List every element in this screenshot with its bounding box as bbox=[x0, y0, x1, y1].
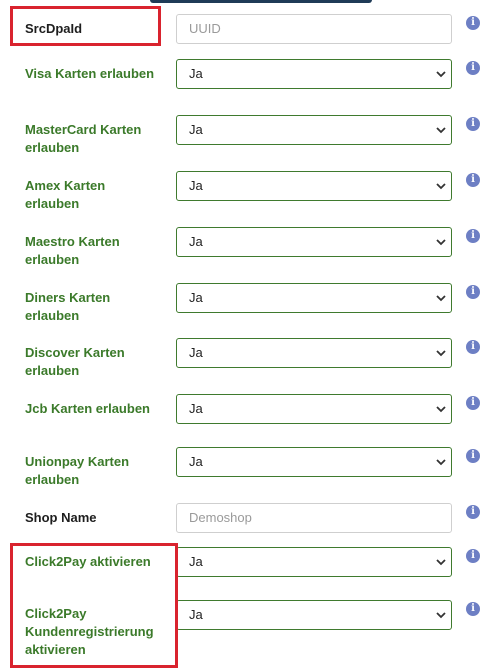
chevron-down-icon bbox=[436, 183, 446, 190]
select-value: Ja bbox=[189, 401, 203, 416]
info-icon[interactable]: i bbox=[466, 449, 480, 463]
highlight-box-click2pay bbox=[10, 543, 178, 668]
info-icon[interactable]: i bbox=[466, 285, 480, 299]
chevron-down-icon bbox=[436, 71, 446, 78]
chevron-down-icon bbox=[436, 612, 446, 619]
unionpay-select[interactable]: Ja bbox=[176, 447, 452, 477]
chevron-down-icon bbox=[436, 295, 446, 302]
amex-select[interactable]: Ja bbox=[176, 171, 452, 201]
discover-select[interactable]: Ja bbox=[176, 338, 452, 368]
diners-select[interactable]: Ja bbox=[176, 283, 452, 313]
info-icon[interactable]: i bbox=[466, 602, 480, 616]
info-icon[interactable]: i bbox=[466, 173, 480, 187]
chevron-down-icon bbox=[436, 406, 446, 413]
info-icon[interactable]: i bbox=[466, 61, 480, 75]
field-label: Maestro Karten erlauben bbox=[25, 234, 120, 267]
mastercard-select[interactable]: Ja bbox=[176, 115, 452, 145]
select-value: Ja bbox=[189, 234, 203, 249]
select-value: Ja bbox=[189, 122, 203, 137]
select-value: Ja bbox=[189, 345, 203, 360]
select-value: Ja bbox=[189, 290, 203, 305]
maestro-select[interactable]: Ja bbox=[176, 227, 452, 257]
visa-select[interactable]: Ja bbox=[176, 59, 452, 89]
select-value: Ja bbox=[189, 454, 203, 469]
field-label: Diners Karten erlauben bbox=[25, 290, 111, 323]
select-value: Ja bbox=[189, 66, 203, 81]
select-value: Ja bbox=[189, 554, 203, 569]
select-value: Ja bbox=[189, 178, 203, 193]
info-icon[interactable]: i bbox=[466, 396, 480, 410]
srcdpaid-input[interactable]: UUID bbox=[176, 14, 452, 44]
info-icon[interactable]: i bbox=[466, 229, 480, 243]
field-label: Amex Karten erlauben bbox=[25, 178, 106, 211]
click2pay-registration-select[interactable]: Ja bbox=[176, 600, 452, 630]
jcb-select[interactable]: Ja bbox=[176, 394, 452, 424]
field-label: Jcb Karten erlauben bbox=[25, 401, 150, 416]
info-icon[interactable]: i bbox=[466, 16, 480, 30]
chevron-down-icon bbox=[436, 239, 446, 246]
top-tab-edge bbox=[150, 0, 372, 3]
info-icon[interactable]: i bbox=[466, 505, 480, 519]
chevron-down-icon bbox=[436, 127, 446, 134]
field-label: Visa Karten erlauben bbox=[25, 66, 155, 81]
click2pay-select[interactable]: Ja bbox=[176, 547, 452, 577]
field-label: Unionpay Karten erlauben bbox=[25, 454, 130, 487]
info-icon[interactable]: i bbox=[466, 117, 480, 131]
chevron-down-icon bbox=[436, 350, 446, 357]
field-label: Discover Karten erlauben bbox=[25, 345, 125, 378]
shop-name-input[interactable]: Demoshop bbox=[176, 503, 452, 533]
chevron-down-icon bbox=[436, 459, 446, 466]
field-label: Shop Name bbox=[25, 510, 97, 525]
chevron-down-icon bbox=[436, 559, 446, 566]
highlight-box-srcdpaid bbox=[10, 6, 161, 46]
info-icon[interactable]: i bbox=[466, 549, 480, 563]
field-label: MasterCard Karten erlauben bbox=[25, 122, 142, 155]
info-icon[interactable]: i bbox=[466, 340, 480, 354]
select-value: Ja bbox=[189, 607, 203, 622]
